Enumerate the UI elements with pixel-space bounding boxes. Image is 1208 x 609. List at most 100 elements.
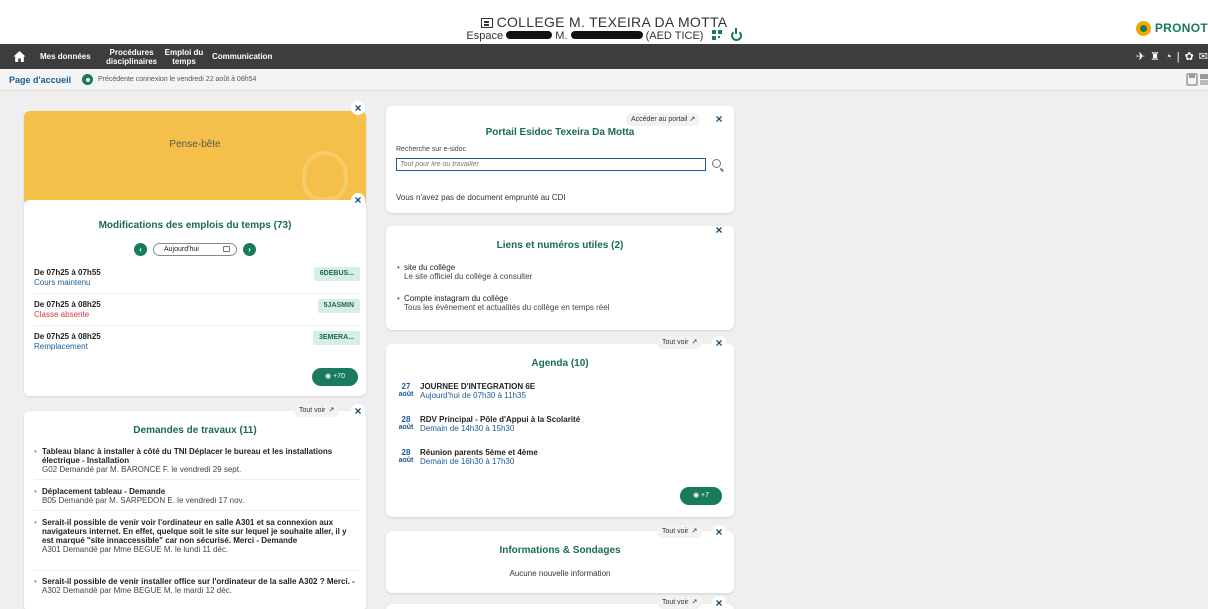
settings-gear-icon[interactable] bbox=[82, 74, 93, 85]
school-title: COLLEGE M. TEXEIRA DA MOTTA bbox=[0, 14, 1208, 30]
agenda-date: 27 août bbox=[396, 382, 416, 399]
modif-status: Classe absente bbox=[34, 310, 90, 319]
agenda-event-title: JOURNEE D'INTEGRATION 6E bbox=[420, 382, 536, 391]
demande-title: Déplacement tableau - Demande bbox=[42, 487, 166, 496]
demande-item[interactable]: Déplacement tableau - Demande B05 Demand… bbox=[34, 487, 360, 505]
agenda-tout-voir-button[interactable]: Tout voir ↗ bbox=[657, 336, 703, 349]
demandes-title: Demandes de travaux (11) bbox=[133, 425, 257, 436]
infos-tout-voir-button[interactable]: Tout voir ↗ bbox=[657, 525, 703, 538]
redacted-user bbox=[570, 31, 643, 39]
lien-item[interactable]: Compte instagram du collège Tous les évè… bbox=[397, 294, 609, 312]
top-header: COLLEGE M. TEXEIRA DA MOTTA Espace M. (A… bbox=[0, 0, 1208, 44]
agenda-event-time: Demain de 14h30 à 15h30 bbox=[420, 424, 515, 433]
lightbulb-deco-icon bbox=[302, 151, 348, 201]
agenda-date: 28 août bbox=[396, 415, 416, 432]
see-more-agenda-button[interactable]: ◉ +7 bbox=[680, 487, 722, 505]
demandes-tout-voir-button[interactable]: Tout voir ↗ bbox=[294, 404, 340, 417]
save-layout-icon[interactable] bbox=[1186, 73, 1208, 86]
butterfly-icon[interactable]: ✿ bbox=[1185, 50, 1194, 63]
close-liens-button[interactable]: × bbox=[712, 226, 726, 237]
esidoc-search-input[interactable] bbox=[396, 158, 706, 171]
castle-icon[interactable]: ♜ bbox=[1150, 50, 1160, 63]
demande-sub: G02 Demandé par M. BARONCE F. le vendred… bbox=[42, 465, 242, 474]
demande-sub: B05 Demandé par M. SARPEDON E. le vendre… bbox=[42, 496, 245, 505]
demande-title: Tableau blanc à installer à côté du TNI … bbox=[42, 447, 333, 465]
mail-icon[interactable]: ✉ bbox=[1199, 50, 1208, 63]
demande-title: Serait-il possible de venir installer of… bbox=[42, 577, 355, 586]
calendar-icon bbox=[223, 245, 230, 252]
agenda-event-time: Demain de 16h30 à 17h30 bbox=[420, 457, 515, 466]
bottom-tout-voir-button[interactable]: Tout voir ↗ bbox=[657, 596, 703, 609]
messages-icon[interactable]: ◔ bbox=[1165, 51, 1172, 63]
agenda-event-time: Aujourd'hui de 07h30 à 11h35 bbox=[420, 391, 526, 400]
modif-status: Cours maintenu bbox=[34, 278, 91, 287]
agenda-day: 27 bbox=[401, 382, 411, 391]
breadcrumb-page[interactable]: Page d'accueil bbox=[9, 75, 71, 85]
send-icon[interactable]: ✈ bbox=[1136, 50, 1145, 63]
modif-row[interactable]: De 07h25 à 08h25 Classe absente 5JASMIN bbox=[34, 296, 360, 326]
divider bbox=[34, 479, 360, 480]
nav-emploi-du-temps[interactable]: Emploi du temps bbox=[164, 44, 204, 69]
infos-card: Informations & Sondages Aucune nouvelle … bbox=[386, 531, 734, 593]
modif-time: De 07h25 à 08h25 bbox=[34, 300, 101, 309]
modif-class-badge: 5JASMIN bbox=[317, 299, 360, 313]
demande-item[interactable]: Tableau blanc à installer à côté du TNI … bbox=[34, 447, 360, 474]
redacted-espace bbox=[506, 31, 553, 39]
close-modifications-button[interactable]: × bbox=[351, 193, 365, 207]
demande-sub: A301 Demandé par Mme BEGUE M. le lundi 1… bbox=[42, 545, 229, 554]
prev-day-button[interactable]: ‹ bbox=[134, 242, 147, 256]
close-infos-button[interactable]: × bbox=[712, 525, 726, 539]
school-icon bbox=[480, 18, 493, 28]
close-bottom-card-button[interactable]: × bbox=[712, 596, 726, 609]
brand-logo-icon bbox=[1135, 20, 1151, 36]
espace-line: Espace M. (AED TICE) bbox=[0, 28, 1208, 42]
lien-title: Compte instagram du collège bbox=[404, 294, 509, 303]
close-agenda-button[interactable]: × bbox=[712, 336, 726, 350]
agenda-month: août bbox=[398, 391, 414, 398]
school-name: COLLEGE M. TEXEIRA DA MOTTA bbox=[496, 14, 728, 30]
qr-code-icon[interactable] bbox=[711, 30, 722, 40]
demandes-card: Demandes de travaux (11) Tableau blanc à… bbox=[24, 411, 366, 609]
modif-time: De 07h25 à 07h55 bbox=[34, 268, 101, 277]
modif-class-badge: 3EMERA... bbox=[312, 331, 360, 345]
agenda-month: août bbox=[398, 424, 414, 431]
date-picker[interactable]: Aujourd'hui bbox=[153, 242, 237, 256]
user-role: (AED TICE) bbox=[645, 30, 704, 42]
agenda-event-title: RDV Principal - Pôle d'Appui à la Scolar… bbox=[420, 415, 581, 424]
breadcrumb: Page d'accueil Précédente connexion le v… bbox=[0, 69, 1208, 91]
demande-sub: A302 Demandé par Mme BEGUE M. le mardi 1… bbox=[42, 586, 232, 595]
arrow-up-right-icon: ↗ bbox=[691, 528, 698, 535]
pense-bete-card[interactable]: Pense-bête bbox=[24, 111, 366, 205]
agenda-day: 28 bbox=[401, 448, 411, 457]
demande-item[interactable]: Serait-il possible de venir installer of… bbox=[34, 577, 360, 595]
modif-row[interactable]: De 07h25 à 08h25 Remplacement 3EMERA... bbox=[34, 328, 360, 358]
arrow-up-right-icon: ↗ bbox=[691, 599, 698, 606]
see-more-modifications-button[interactable]: ◉ +70 bbox=[312, 368, 358, 386]
next-day-button[interactable]: › bbox=[243, 242, 256, 256]
search-icon[interactable] bbox=[712, 159, 721, 168]
agenda-date: 28 août bbox=[396, 448, 416, 465]
last-connection-text: Précédente connexion le vendredi 22 août… bbox=[98, 76, 257, 83]
nav-procedures-disciplinaires[interactable]: Procédures disciplinaires bbox=[106, 44, 157, 69]
infos-message: Aucune nouvelle information bbox=[509, 569, 611, 578]
external-link-icon: ↗ bbox=[689, 116, 696, 123]
nav-right-icons: ✈ ♜ ◔ | ✿ ✉ bbox=[1136, 50, 1208, 64]
agenda-card: Agenda (10) 27 août JOURNEE D'INTEGRATION… bbox=[386, 344, 734, 517]
arrow-up-right-icon: ↗ bbox=[691, 339, 698, 346]
divider bbox=[34, 510, 360, 511]
nav-mes-donnees[interactable]: Mes données bbox=[40, 44, 91, 69]
close-pense-bete-button[interactable]: × bbox=[351, 101, 365, 115]
access-portal-button[interactable]: Accéder au portail ↗ bbox=[626, 113, 701, 126]
liens-title: Liens et numéros utiles (2) bbox=[496, 240, 624, 251]
esidoc-message: Vous n'avez pas de document emprunté au … bbox=[396, 193, 566, 202]
esidoc-search-label: Recherche sur e-sidoc bbox=[396, 146, 467, 153]
modif-row[interactable]: De 07h25 à 07h55 Cours maintenu 6DEBUS..… bbox=[34, 264, 360, 294]
main-navbar: Mes données Procédures disciplinaires Em… bbox=[0, 44, 1208, 69]
nav-communication[interactable]: Communication bbox=[212, 44, 272, 69]
demande-item[interactable]: Serait-il possible de venir voir l'ordin… bbox=[34, 518, 360, 554]
home-icon[interactable] bbox=[13, 50, 26, 63]
lien-item[interactable]: site du collège Le site officiel du coll… bbox=[397, 263, 532, 281]
close-esidoc-button[interactable]: × bbox=[712, 112, 726, 126]
close-demandes-button[interactable]: × bbox=[351, 404, 365, 418]
power-icon[interactable] bbox=[730, 28, 742, 41]
